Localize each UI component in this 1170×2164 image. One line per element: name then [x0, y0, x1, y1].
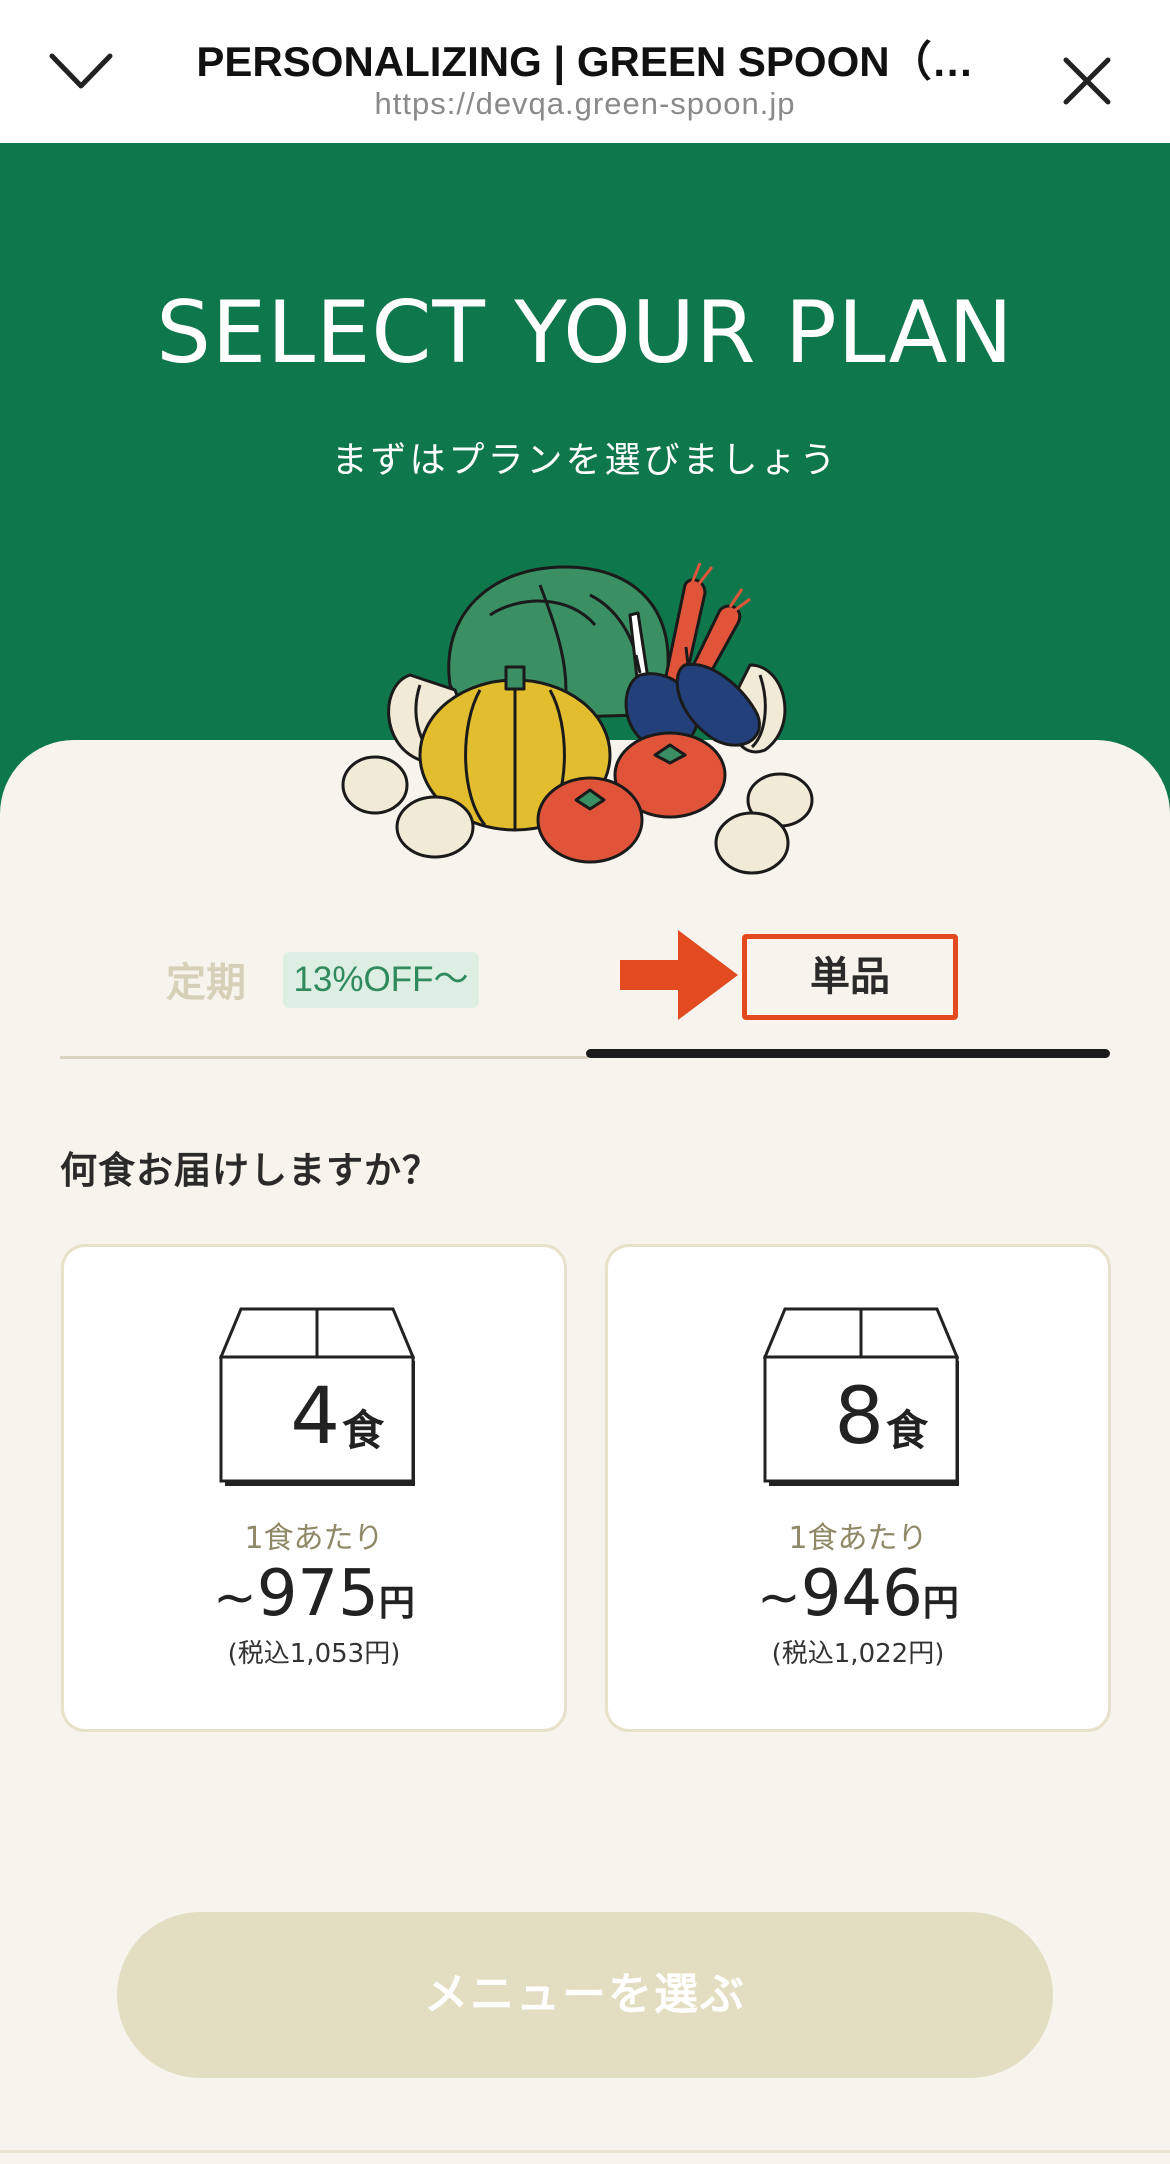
price-tilde: ~ — [213, 1568, 257, 1628]
tax-included-price: (税込1,053円) — [227, 1639, 401, 1669]
tab-single[interactable]: 単品 — [742, 934, 958, 1020]
select-menu-button[interactable]: メニューを選ぶ — [117, 1912, 1053, 2078]
meal-count-unit: 食 — [886, 1406, 929, 1455]
chevron-down-icon[interactable] — [48, 50, 114, 94]
price-value: 975 — [256, 1557, 379, 1631]
plan-card-8[interactable]: 8 食 1食あたり ~946円 (税込1,022円) — [605, 1244, 1111, 1732]
tab-active-indicator — [586, 1049, 1110, 1058]
meal-count-question: 何食お届けしますか？ — [60, 1149, 440, 1192]
close-icon[interactable] — [1062, 56, 1112, 106]
per-meal-label: 1食あたり — [244, 1521, 384, 1556]
price: ~946円 — [608, 1557, 1108, 1631]
price-yen: 円 — [378, 1583, 415, 1624]
tab-underline — [60, 1056, 588, 1059]
per-meal-label: 1食あたり — [788, 1521, 928, 1556]
page-title: PERSONALIZING | GREEN SPOON（… — [196, 38, 974, 85]
plan-card-4[interactable]: 4 食 1食あたり ~975円 (税込1,053円) — [61, 1244, 567, 1732]
tab-subscription[interactable]: 定期 — [166, 950, 246, 1008]
price-tilde: ~ — [757, 1568, 801, 1628]
vegetables-illustration — [341, 562, 814, 875]
meal-count-unit: 食 — [342, 1406, 385, 1455]
meal-count: 8 — [834, 1372, 884, 1462]
browser-top-bar: PERSONALIZING | GREEN SPOON（… https://de… — [0, 0, 1170, 143]
page-url: https://devqa.green-spoon.jp — [374, 86, 796, 121]
price: ~975円 — [64, 1557, 564, 1631]
price-yen: 円 — [922, 1583, 959, 1624]
arrow-right-icon — [620, 930, 738, 1020]
meal-count: 4 — [290, 1372, 340, 1462]
discount-badge: 13%OFF〜 — [283, 952, 479, 1008]
bottom-divider — [0, 2150, 1170, 2153]
hero-subheading: まずはプランを選びましょう — [331, 440, 839, 481]
hero-heading: SELECT YOUR PLAN — [156, 283, 1014, 383]
price-value: 946 — [800, 1557, 923, 1631]
tax-included-price: (税込1,022円) — [771, 1639, 945, 1669]
